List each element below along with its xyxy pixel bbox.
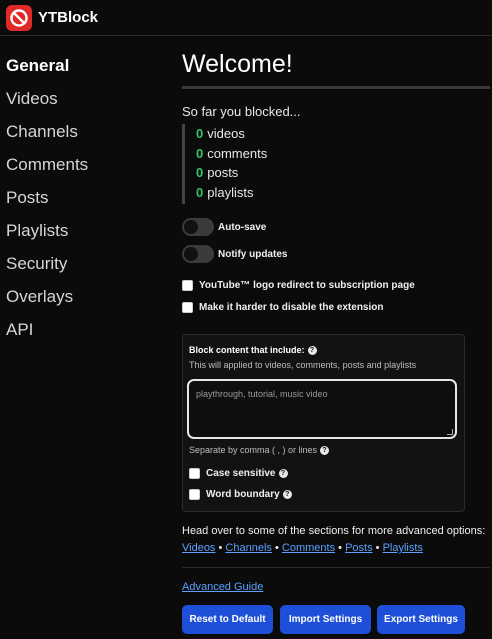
no-entry-icon <box>6 5 32 31</box>
link-separator: • <box>218 542 223 554</box>
notify-updates-row: Notify updates <box>182 244 287 264</box>
link-playlists[interactable]: Playlists <box>383 542 423 554</box>
advanced-guide-row: Advanced Guide <box>182 581 263 593</box>
block-keywords-placeholder: playthrough, tutorial, music video <box>196 389 328 399</box>
block-content-title: Block content that include: <box>189 345 305 355</box>
sidebar: General Videos Channels Comments Posts P… <box>0 52 170 349</box>
block-keywords-input[interactable]: playthrough, tutorial, music video <box>187 379 457 439</box>
auto-save-toggle[interactable] <box>182 218 214 236</box>
block-content-subtitle: This will applied to videos, comments, p… <box>189 360 417 370</box>
sidebar-item-api[interactable]: API <box>0 316 170 349</box>
case-sensitive-checkbox[interactable] <box>189 467 200 479</box>
toggle-knob <box>184 247 198 261</box>
section-links: Videos • Channels • Comments • Posts • P… <box>182 542 423 554</box>
sidebar-item-videos[interactable]: Videos <box>0 85 170 118</box>
separator-hint: Separate by comma ( , ) or lines <box>189 445 318 455</box>
stat-label: comments <box>207 145 268 161</box>
page-title: Welcome! <box>182 50 293 78</box>
advanced-guide-link[interactable]: Advanced Guide <box>182 581 263 593</box>
auto-save-label: Auto-save <box>218 221 267 233</box>
link-separator: • <box>274 542 279 554</box>
reset-button[interactable]: Reset to Default <box>182 605 273 634</box>
logo-redirect-label: YouTube™ logo redirect to subscription p… <box>199 279 415 291</box>
toggle-knob <box>184 220 198 234</box>
stat-label: playlists <box>207 184 254 200</box>
sidebar-item-overlays[interactable]: Overlays <box>0 283 170 316</box>
question-circle-icon[interactable]: ? <box>282 489 292 499</box>
stat-videos: 0 videos <box>196 124 267 144</box>
title-divider <box>182 86 490 89</box>
stat-comments: 0 comments <box>196 144 267 164</box>
separator-hint-row: Separate by comma ( , ) or lines ? <box>189 445 330 455</box>
resize-handle[interactable] <box>447 429 453 435</box>
top-bar: YTBlock <box>0 0 492 36</box>
sidebar-item-security[interactable]: Security <box>0 250 170 283</box>
link-separator: • <box>375 542 380 554</box>
question-circle-icon[interactable]: ? <box>278 468 288 478</box>
export-button[interactable]: Export Settings <box>377 605 465 634</box>
stat-count: 0 <box>196 184 204 200</box>
app-name: YTBlock <box>38 9 99 26</box>
harder-disable-label: Make it harder to disable the extension <box>199 301 384 313</box>
import-button[interactable]: Import Settings <box>280 605 371 634</box>
case-sensitive-row: Case sensitive ? <box>189 465 288 481</box>
logo-redirect-checkbox[interactable] <box>182 279 193 291</box>
footer-divider <box>182 567 490 568</box>
main-content: Welcome! So far you blocked... 0 videos 0… <box>182 44 490 634</box>
stat-playlists: 0 playlists <box>196 183 267 203</box>
notify-updates-label: Notify updates <box>218 248 288 260</box>
sidebar-item-comments[interactable]: Comments <box>0 151 170 184</box>
link-comments[interactable]: Comments <box>282 542 335 554</box>
blocked-stats: 0 videos 0 comments 0 posts 0 playlists <box>182 124 267 204</box>
block-content-title-row: Block content that include: ? <box>189 345 317 355</box>
sidebar-item-playlists[interactable]: Playlists <box>0 217 170 250</box>
case-sensitive-label: Case sensitive <box>206 467 276 479</box>
question-circle-icon[interactable]: ? <box>307 345 317 355</box>
sidebar-item-posts[interactable]: Posts <box>0 184 170 217</box>
word-boundary-checkbox[interactable] <box>189 488 200 500</box>
sidebar-item-general[interactable]: General <box>0 52 170 85</box>
notify-updates-toggle[interactable] <box>182 245 214 263</box>
blocked-intro: So far you blocked... <box>182 104 301 119</box>
stat-posts: 0 posts <box>196 163 267 183</box>
link-channels[interactable]: Channels <box>225 542 271 554</box>
block-content-panel: Block content that include: ? This will … <box>182 334 465 512</box>
harder-disable-checkbox[interactable] <box>182 301 193 313</box>
logo-redirect-row: YouTube™ logo redirect to subscription p… <box>182 277 415 293</box>
word-boundary-label: Word boundary <box>206 488 280 500</box>
link-posts[interactable]: Posts <box>345 542 373 554</box>
sidebar-item-channels[interactable]: Channels <box>0 118 170 151</box>
harder-disable-row: Make it harder to disable the extension <box>182 299 384 315</box>
link-videos[interactable]: Videos <box>182 542 215 554</box>
stat-count: 0 <box>196 126 204 141</box>
auto-save-row: Auto-save <box>182 217 266 237</box>
advanced-options-text: Head over to some of the sections for mo… <box>182 525 486 537</box>
stat-label: posts <box>207 165 239 180</box>
stat-count: 0 <box>196 145 204 161</box>
word-boundary-row: Word boundary ? <box>189 486 292 502</box>
link-separator: • <box>338 542 342 554</box>
stat-count: 0 <box>196 165 204 180</box>
question-circle-icon[interactable]: ? <box>320 445 330 455</box>
stat-label: videos <box>207 126 245 141</box>
